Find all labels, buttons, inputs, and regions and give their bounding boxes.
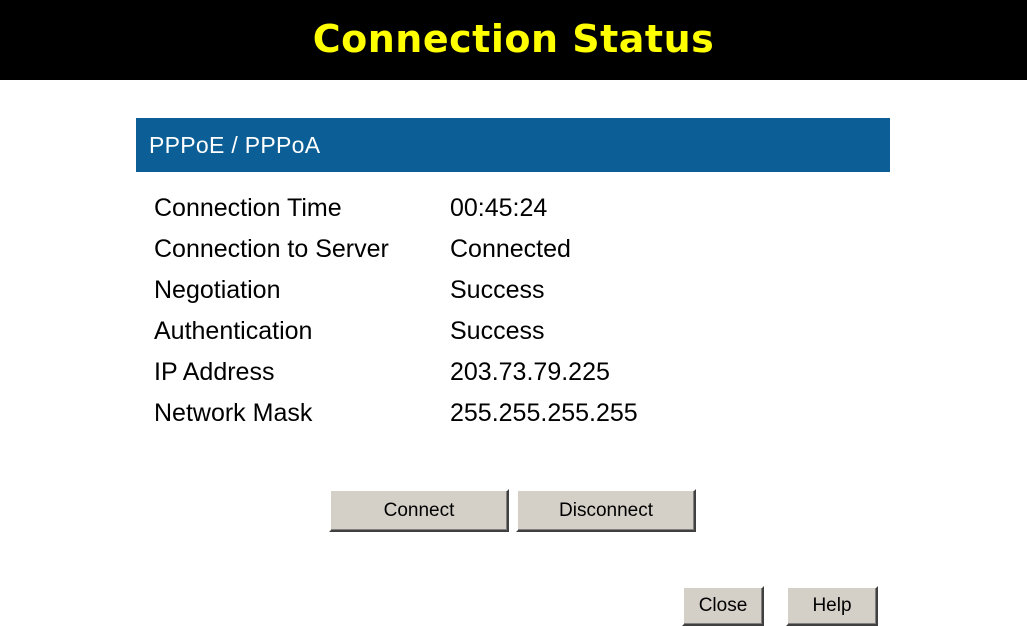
- status-label: Negotiation: [154, 276, 281, 304]
- status-label: Network Mask: [154, 399, 313, 427]
- status-table: Connection Time 00:45:24 Connection to S…: [154, 188, 638, 434]
- status-value: Success: [450, 317, 545, 345]
- status-value: 00:45:24: [450, 194, 548, 222]
- status-row-authentication: Authentication Success: [154, 311, 638, 352]
- status-row-connection-to-server: Connection to Server Connected: [154, 229, 638, 270]
- section-header: PPPoE / PPPoA: [136, 118, 890, 172]
- status-label: Authentication: [154, 317, 313, 345]
- status-row-ip-address: IP Address 203.73.79.225: [154, 352, 638, 393]
- status-value: 203.73.79.225: [450, 358, 610, 386]
- status-value: 255.255.255.255: [450, 399, 638, 427]
- page-title: Connection Status: [312, 17, 715, 61]
- status-label: Connection Time: [154, 194, 342, 222]
- help-button[interactable]: Help: [786, 586, 878, 626]
- status-label: Connection to Server: [154, 235, 389, 263]
- status-row-negotiation: Negotiation Success: [154, 270, 638, 311]
- status-row-network-mask: Network Mask 255.255.255.255: [154, 393, 638, 434]
- section-header-label: PPPoE / PPPoA: [149, 131, 321, 158]
- status-value: Connected: [450, 235, 571, 263]
- connect-button[interactable]: Connect: [329, 489, 509, 532]
- status-row-connection-time: Connection Time 00:45:24: [154, 188, 638, 229]
- status-label: IP Address: [154, 358, 275, 386]
- title-bar: Connection Status: [0, 0, 1027, 80]
- close-button[interactable]: Close: [682, 586, 764, 626]
- disconnect-button[interactable]: Disconnect: [516, 489, 696, 532]
- status-value: Success: [450, 276, 545, 304]
